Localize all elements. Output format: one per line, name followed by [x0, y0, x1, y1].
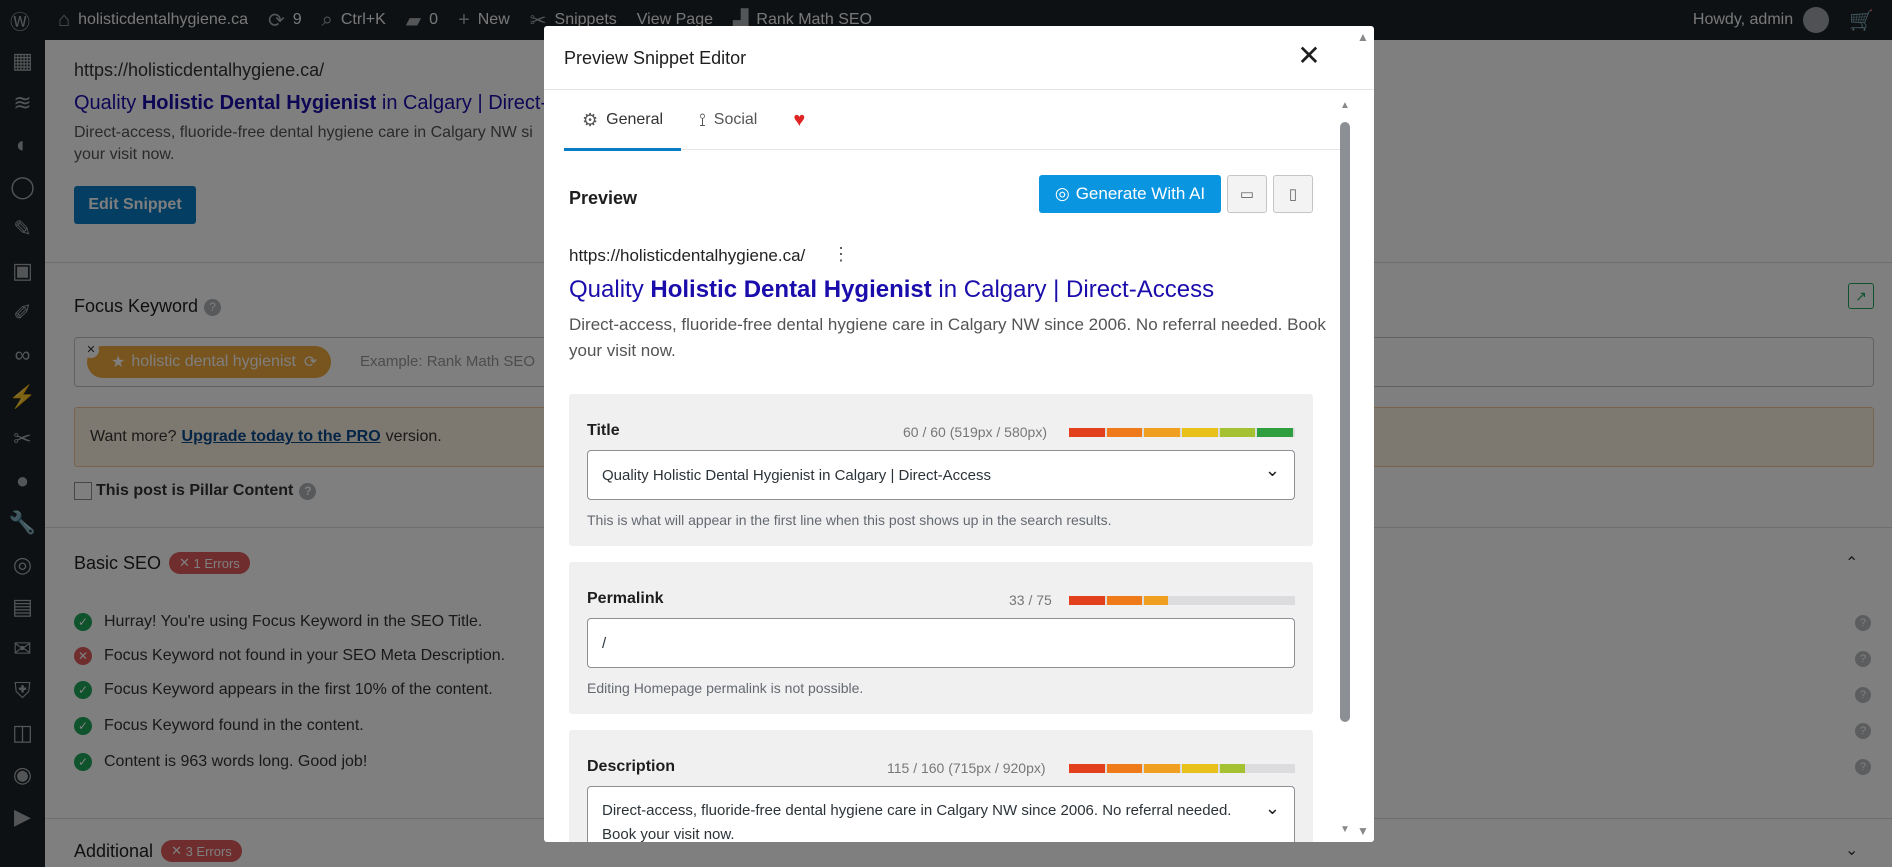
preview-snippet-editor-modal: Preview Snippet Editor ✕ ▲ ▼ ⚙ General ⟟ S… — [544, 26, 1374, 842]
length-bar-segment — [1106, 764, 1143, 773]
title-length-bar — [1069, 428, 1295, 437]
preview-url: https://holisticdentalhygiene.ca/ — [569, 246, 806, 265]
title-hint: This is what will appear in the first li… — [587, 512, 1112, 528]
generate-with-ai-button[interactable]: ◎ Generate With AI — [1039, 175, 1221, 213]
preview-title-post: in Calgary | Direct-Access — [931, 276, 1215, 303]
preview-label: Preview — [569, 188, 638, 208]
permalink-field-group: Permalink 33 / 75 / Editing Homepage per… — [569, 562, 1313, 714]
tab-general-label: General — [606, 111, 664, 128]
description-length-bar — [1069, 764, 1295, 773]
description-field-group: Description 115 / 160 (715px / 920px) Di… — [569, 730, 1313, 842]
length-bar-segment — [1069, 596, 1105, 605]
close-icon[interactable]: ✕ — [1294, 42, 1324, 72]
length-bar-segment — [1257, 428, 1293, 437]
length-bar-segment — [1144, 596, 1169, 605]
generate-with-ai-label: Generate With AI — [1075, 184, 1206, 203]
share-icon: ⟟ — [699, 109, 706, 130]
modal-header: Preview Snippet Editor ✕ — [544, 26, 1374, 90]
heart-icon: ♥ — [793, 108, 806, 131]
preview-title-pre: Quality — [569, 276, 651, 303]
mobile-icon: ▯ — [1288, 186, 1298, 203]
modal-title: Preview Snippet Editor — [564, 48, 747, 68]
preview-title: Quality Holistic Dental Hygienist in Cal… — [569, 276, 1214, 304]
tab-favorite[interactable]: ♥ — [775, 90, 823, 150]
title-field-group: Title 60 / 60 (519px / 580px) Quality Ho… — [569, 394, 1313, 546]
tab-general[interactable]: ⚙ General — [564, 90, 682, 151]
title-label: Title — [587, 422, 620, 439]
permalink-hint: Editing Homepage permalink is not possib… — [587, 680, 864, 696]
permalink-length-bar — [1069, 596, 1295, 605]
preview-description: Direct-access, fluoride-free dental hygi… — [569, 315, 1326, 360]
length-bar-segment — [1181, 428, 1218, 437]
modal-scrollbar[interactable]: ▲ ▼ — [1340, 100, 1350, 835]
desktop-icon: ▭ — [1239, 186, 1255, 203]
tab-social-label: Social — [713, 111, 758, 128]
length-bar-segment — [1144, 428, 1180, 437]
scroll-up-icon[interactable]: ▲ — [1354, 30, 1372, 44]
length-bar-segment — [1219, 428, 1256, 437]
scroll-down-icon[interactable]: ▼ — [1340, 824, 1350, 835]
chevron-down-icon[interactable]: ⌄ — [1265, 460, 1280, 481]
permalink-value: / — [602, 634, 607, 652]
scrollbar-thumb[interactable] — [1340, 122, 1350, 722]
scroll-down-icon[interactable]: ▼ — [1354, 824, 1372, 838]
permalink-label: Permalink — [587, 590, 664, 607]
modal-tabs: ⚙ General ⟟ Social ♥ — [564, 90, 1344, 151]
description-value: Direct-access, fluoride-free dental hygi… — [602, 802, 1232, 842]
permalink-length-count: 33 / 75 — [1009, 592, 1052, 608]
chevron-down-icon[interactable]: ⌄ — [1265, 796, 1280, 820]
description-length-count: 115 / 160 (715px / 920px) — [887, 760, 1046, 776]
more-options-icon[interactable]: ⋮ — [832, 244, 850, 265]
mobile-preview-button[interactable]: ▯ — [1273, 175, 1313, 213]
preview-title-keyword: Holistic Dental Hygienist — [650, 276, 932, 303]
title-value: Quality Holistic Dental Hygienist in Cal… — [602, 466, 992, 484]
description-label: Description — [587, 758, 676, 775]
length-bar-segment — [1144, 764, 1180, 773]
gear-icon: ⚙ — [582, 109, 599, 130]
desktop-preview-button[interactable]: ▭ — [1227, 175, 1267, 213]
tab-social[interactable]: ⟟ Social — [681, 90, 775, 150]
length-bar-segment — [1219, 764, 1246, 773]
title-length-count: 60 / 60 (519px / 580px) — [903, 424, 1047, 440]
description-input[interactable]: Direct-access, fluoride-free dental hygi… — [587, 786, 1295, 842]
length-bar-segment — [1106, 596, 1143, 605]
outer-scrollbar[interactable]: ▲ ▼ — [1354, 26, 1372, 842]
length-bar-segment — [1106, 428, 1143, 437]
length-bar-segment — [1069, 764, 1105, 773]
length-bar-segment — [1069, 428, 1105, 437]
length-bar-segment — [1181, 764, 1218, 773]
scroll-up-icon[interactable]: ▲ — [1340, 100, 1350, 111]
permalink-input[interactable]: / — [587, 618, 1295, 668]
title-input[interactable]: Quality Holistic Dental Hygienist in Cal… — [587, 450, 1295, 500]
ai-icon: ◎ — [1054, 184, 1070, 203]
